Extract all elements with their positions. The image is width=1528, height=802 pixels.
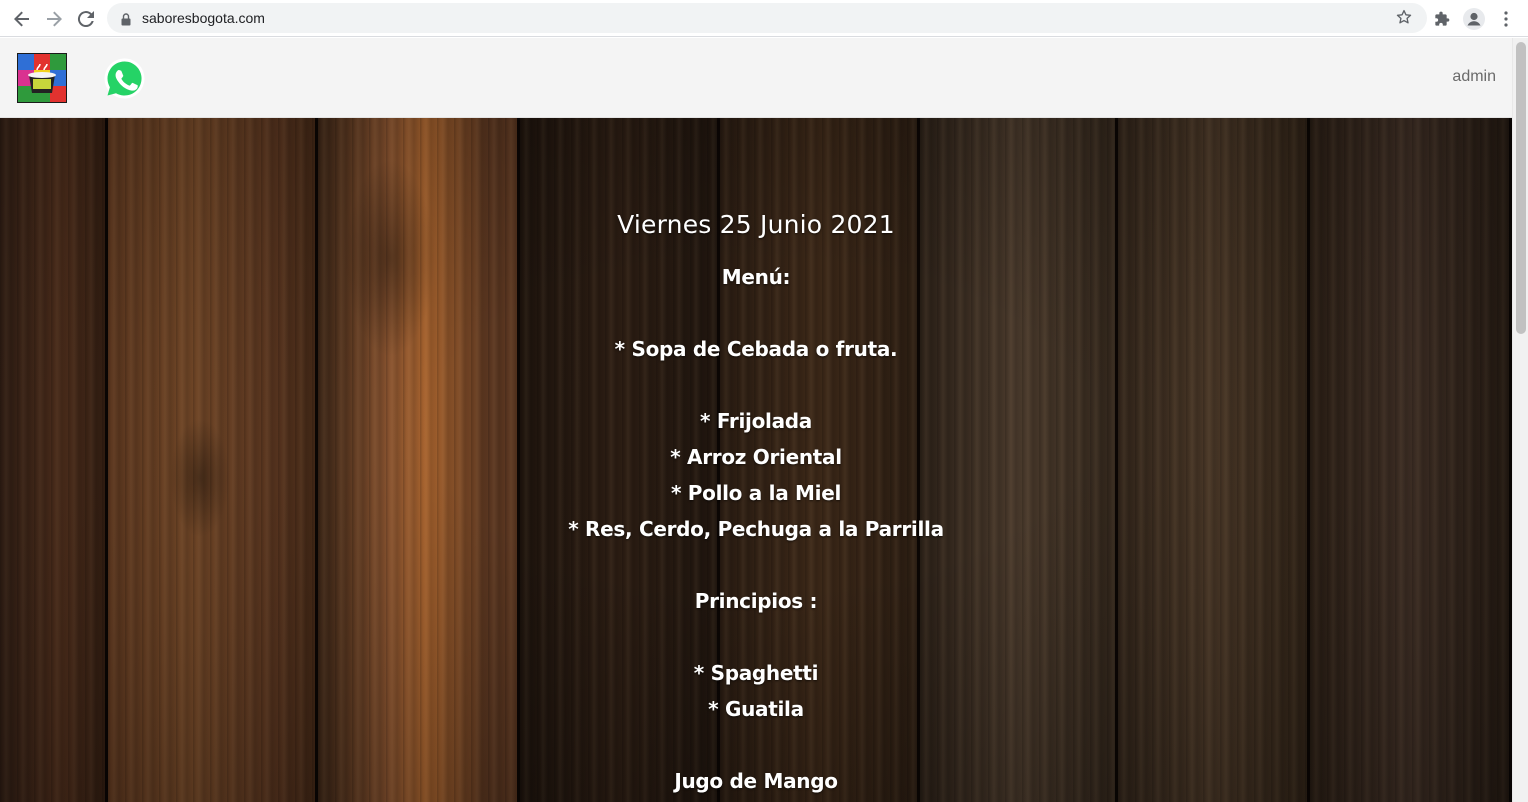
menu-date: Viernes 25 Junio 2021: [617, 210, 895, 239]
menu-drink: Jugo de Mango: [674, 769, 838, 793]
back-icon[interactable]: [8, 5, 36, 33]
url-text[interactable]: saboresbogota.com: [142, 10, 265, 26]
principio-item: * Spaghetti: [693, 661, 819, 685]
site-header: admin: [0, 38, 1512, 118]
forward-icon[interactable]: [40, 5, 68, 33]
lock-icon[interactable]: [121, 11, 131, 30]
extensions-icon[interactable]: [1428, 5, 1456, 33]
menu-item: * Res, Cerdo, Pechuga a la Parrilla: [568, 517, 944, 541]
menu-soup: * Sopa de Cebada o fruta.: [614, 337, 898, 361]
scrollbar-thumb[interactable]: [1516, 42, 1526, 334]
menu-heading: Menú:: [721, 265, 791, 289]
principios-heading: Principios :: [694, 589, 818, 613]
browser-toolbar: saboresbogota.com: [0, 0, 1528, 37]
menu-item: * Arroz Oriental: [670, 445, 842, 469]
page-scrollbar[interactable]: [1512, 38, 1528, 802]
logo[interactable]: [17, 53, 67, 103]
more-icon[interactable]: [1492, 5, 1520, 33]
admin-link[interactable]: admin: [1452, 68, 1496, 86]
profile-icon[interactable]: [1460, 5, 1488, 33]
menu-item: * Frijolada: [700, 409, 812, 433]
reload-icon[interactable]: [72, 5, 100, 33]
address-bar[interactable]: saboresbogota.com: [107, 3, 1427, 33]
star-icon[interactable]: [1395, 8, 1413, 30]
menu-item: * Pollo a la Miel: [670, 481, 842, 505]
whatsapp-icon[interactable]: [103, 57, 146, 100]
principio-item: * Guatila: [708, 697, 804, 721]
